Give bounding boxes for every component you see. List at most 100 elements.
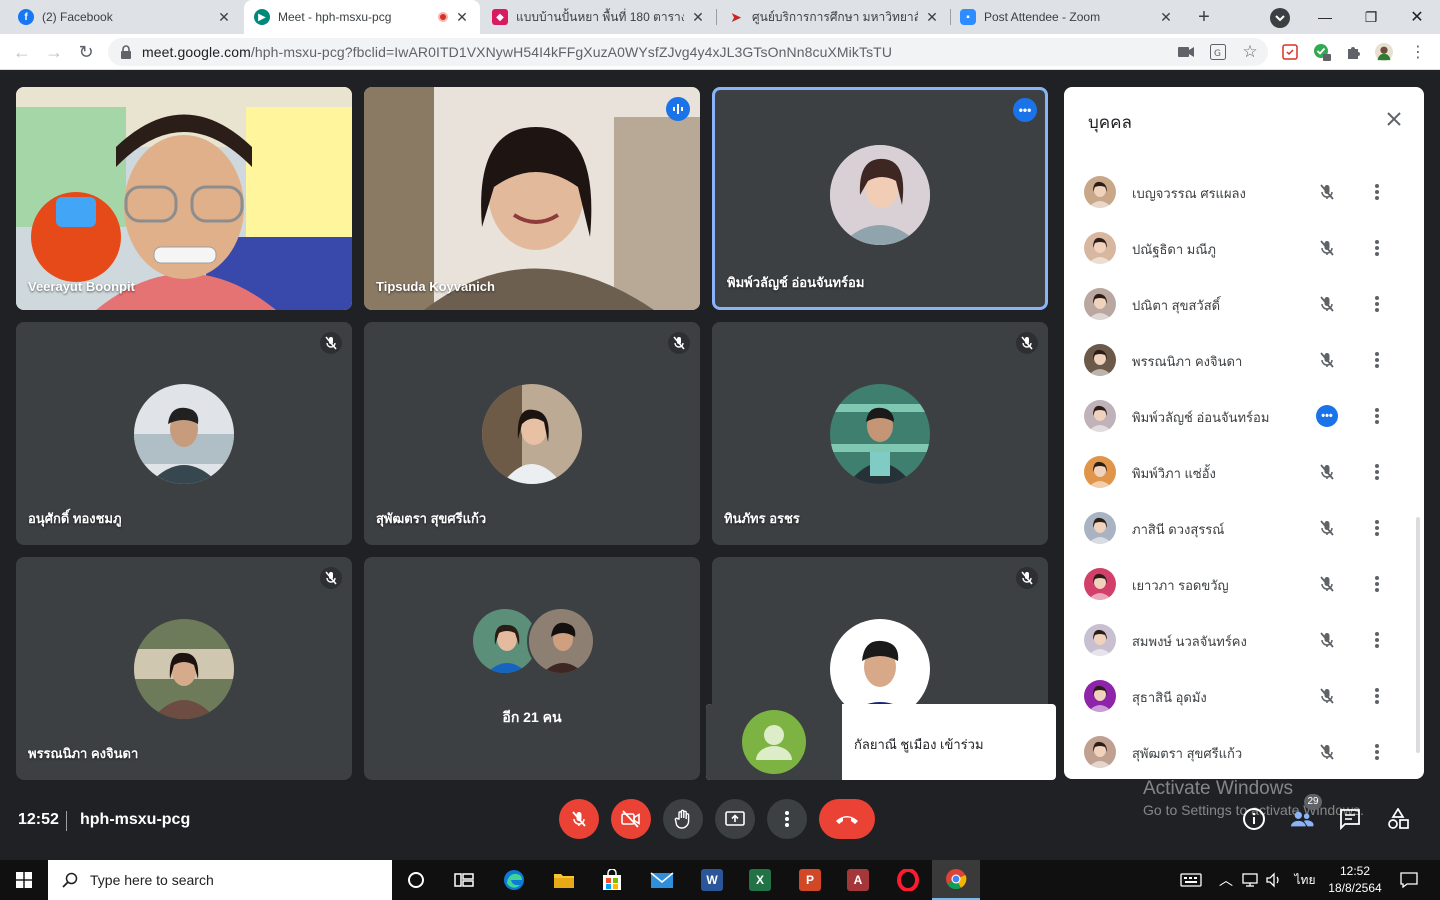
- people-list-item[interactable]: พิมพ์วิภา แซ่อั้ง: [1064, 444, 1424, 500]
- tab-house-plans[interactable]: ◆ แบบบ้านปั้นหยา พื้นที่ 180 ตารางเมตร ✕: [482, 0, 716, 34]
- more-vert-icon[interactable]: [1366, 741, 1388, 763]
- cortana-button[interactable]: [392, 860, 440, 900]
- raise-hand-button[interactable]: [663, 799, 703, 839]
- mic-off-icon[interactable]: [1316, 741, 1338, 763]
- more-vert-icon[interactable]: [1366, 349, 1388, 371]
- microphone-toggle-button[interactable]: [559, 799, 599, 839]
- notification-center-icon[interactable]: [1394, 860, 1424, 900]
- forward-icon[interactable]: →: [42, 40, 66, 64]
- mail-app[interactable]: [638, 860, 686, 900]
- mic-off-icon[interactable]: [1316, 349, 1338, 371]
- participant-tile[interactable]: ทินภัทร อรชร: [712, 322, 1048, 545]
- mic-off-icon[interactable]: [1316, 685, 1338, 707]
- taskbar-search-box[interactable]: Type here to search: [48, 860, 392, 900]
- more-options-icon[interactable]: •••: [1013, 98, 1037, 122]
- more-vert-icon[interactable]: [1366, 517, 1388, 539]
- close-panel-icon[interactable]: [1382, 107, 1406, 131]
- new-tab-icon[interactable]: +: [1192, 5, 1216, 29]
- back-icon[interactable]: ←: [10, 40, 34, 64]
- participant-tile[interactable]: พรรณนิภา คงจินดา: [16, 557, 352, 780]
- present-screen-button[interactable]: [715, 799, 755, 839]
- chat-button[interactable]: [1338, 807, 1362, 831]
- profile-avatar-icon[interactable]: [1375, 43, 1393, 61]
- participant-tile-video[interactable]: Veerayut Boonpit: [16, 87, 352, 310]
- participant-tile-video[interactable]: Tipsuda Koyvanich: [364, 87, 700, 310]
- participant-tile-pinned[interactable]: ••• พิมพ์วลัญช์ อ่อนจันทร์อม: [712, 87, 1048, 310]
- participant-tile[interactable]: อนุศักดิ์ ทองชมภู: [16, 322, 352, 545]
- people-list-item[interactable]: พรรณนิภา คงจินดา: [1064, 332, 1424, 388]
- volume-icon[interactable]: [1262, 860, 1286, 900]
- camera-icon[interactable]: [1177, 43, 1195, 61]
- chrome-app[interactable]: [932, 860, 980, 900]
- start-button[interactable]: [0, 860, 48, 900]
- access-app[interactable]: A: [834, 860, 882, 900]
- people-list-item[interactable]: สุธาสินี อุดมัง: [1064, 668, 1424, 724]
- translate-icon[interactable]: G: [1209, 43, 1227, 61]
- extension-shield-icon[interactable]: [1281, 43, 1299, 61]
- input-language-indicator[interactable]: ไทย: [1290, 860, 1320, 900]
- powerpoint-app[interactable]: P: [786, 860, 834, 900]
- more-vert-icon[interactable]: [1366, 293, 1388, 315]
- reload-icon[interactable]: ↻: [74, 40, 98, 64]
- more-vert-icon[interactable]: [1366, 629, 1388, 651]
- people-list-item[interactable]: สุพัฒตรา สุขศรีแก้ว: [1064, 724, 1424, 779]
- people-list-item[interactable]: พิมพ์วลัญช์ อ่อนจันทร์อม •••: [1064, 388, 1424, 444]
- mic-off-icon[interactable]: [1316, 237, 1338, 259]
- mic-off-icon[interactable]: [1316, 573, 1338, 595]
- address-bar[interactable]: meet.google.com/hph-msxu-pcg?fbclid=IwAR…: [108, 38, 1268, 66]
- activities-button[interactable]: [1386, 807, 1410, 831]
- more-options-button[interactable]: [767, 799, 807, 839]
- extensions-puzzle-icon[interactable]: [1345, 43, 1363, 61]
- close-tab-icon[interactable]: ✕: [924, 9, 940, 25]
- mic-off-icon[interactable]: [1316, 293, 1338, 315]
- extension-check-icon[interactable]: [1313, 43, 1331, 61]
- people-list-item[interactable]: เบญจวรรณ ศรแผลง: [1064, 164, 1424, 220]
- close-tab-icon[interactable]: ✕: [216, 9, 232, 25]
- restore-icon[interactable]: ❐: [1348, 0, 1394, 34]
- mic-off-icon[interactable]: [1316, 629, 1338, 651]
- tray-overflow-chevron-icon[interactable]: ︿: [1216, 860, 1236, 900]
- meeting-details-button[interactable]: [1242, 807, 1266, 831]
- close-tab-icon[interactable]: ✕: [454, 9, 470, 25]
- network-icon[interactable]: [1238, 860, 1262, 900]
- people-list-item[interactable]: ปณิตา สุขสวัสดิ์: [1064, 276, 1424, 332]
- bookmark-star-icon[interactable]: ☆: [1241, 42, 1259, 61]
- participant-tile[interactable]: สุพัฒตรา สุขศรีแก้ว: [364, 322, 700, 545]
- more-vert-icon[interactable]: [1366, 405, 1388, 427]
- tab-facebook[interactable]: f (2) Facebook ✕: [8, 0, 242, 34]
- close-tab-icon[interactable]: ✕: [1158, 9, 1174, 25]
- mic-off-icon[interactable]: [1316, 517, 1338, 539]
- edge-app[interactable]: [490, 860, 538, 900]
- close-window-icon[interactable]: ✕: [1394, 0, 1440, 34]
- more-vert-icon[interactable]: [1366, 461, 1388, 483]
- keyboard-layout-icon[interactable]: [1176, 860, 1206, 900]
- store-app[interactable]: [588, 860, 636, 900]
- people-list-item[interactable]: เยาวภา รอดขวัญ: [1064, 556, 1424, 612]
- other-participants-tile[interactable]: อีก 21 คน: [364, 557, 700, 780]
- more-vert-icon[interactable]: [1366, 181, 1388, 203]
- people-list-item[interactable]: ภาสินี ดวงสุรรณ์: [1064, 500, 1424, 556]
- excel-app[interactable]: X: [736, 860, 784, 900]
- mic-off-icon[interactable]: [1316, 461, 1338, 483]
- camera-toggle-button[interactable]: [611, 799, 651, 839]
- people-list-scrollbar[interactable]: [1416, 517, 1420, 753]
- tab-education-center[interactable]: ➤ ศูนย์บริการการศึกษา มหาวิทยาลัยราชภัฏ …: [718, 0, 950, 34]
- show-everyone-button[interactable]: [1290, 807, 1314, 831]
- more-vert-icon[interactable]: [1366, 237, 1388, 259]
- people-list-item[interactable]: สมพงษ์ นวลจันทร์คง: [1064, 612, 1424, 668]
- more-vert-icon[interactable]: [1366, 573, 1388, 595]
- tab-search-icon[interactable]: [1270, 8, 1290, 28]
- opera-app[interactable]: [884, 860, 932, 900]
- word-app[interactable]: W: [688, 860, 736, 900]
- minimize-icon[interactable]: —: [1302, 0, 1348, 34]
- taskbar-clock[interactable]: 12:52 18/8/2564: [1320, 863, 1390, 897]
- task-view-button[interactable]: [440, 860, 488, 900]
- more-vert-icon[interactable]: [1366, 685, 1388, 707]
- chrome-menu-icon[interactable]: ⋮: [1409, 43, 1427, 61]
- tab-google-meet[interactable]: ▶ Meet - hph-msxu-pcg ✕: [244, 0, 480, 34]
- leave-call-button[interactable]: [819, 799, 875, 839]
- mic-off-icon[interactable]: [1316, 181, 1338, 203]
- close-tab-icon[interactable]: ✕: [690, 9, 706, 25]
- people-list-item[interactable]: ปณัฐธิดา มณีภู: [1064, 220, 1424, 276]
- file-explorer-app[interactable]: [540, 860, 588, 900]
